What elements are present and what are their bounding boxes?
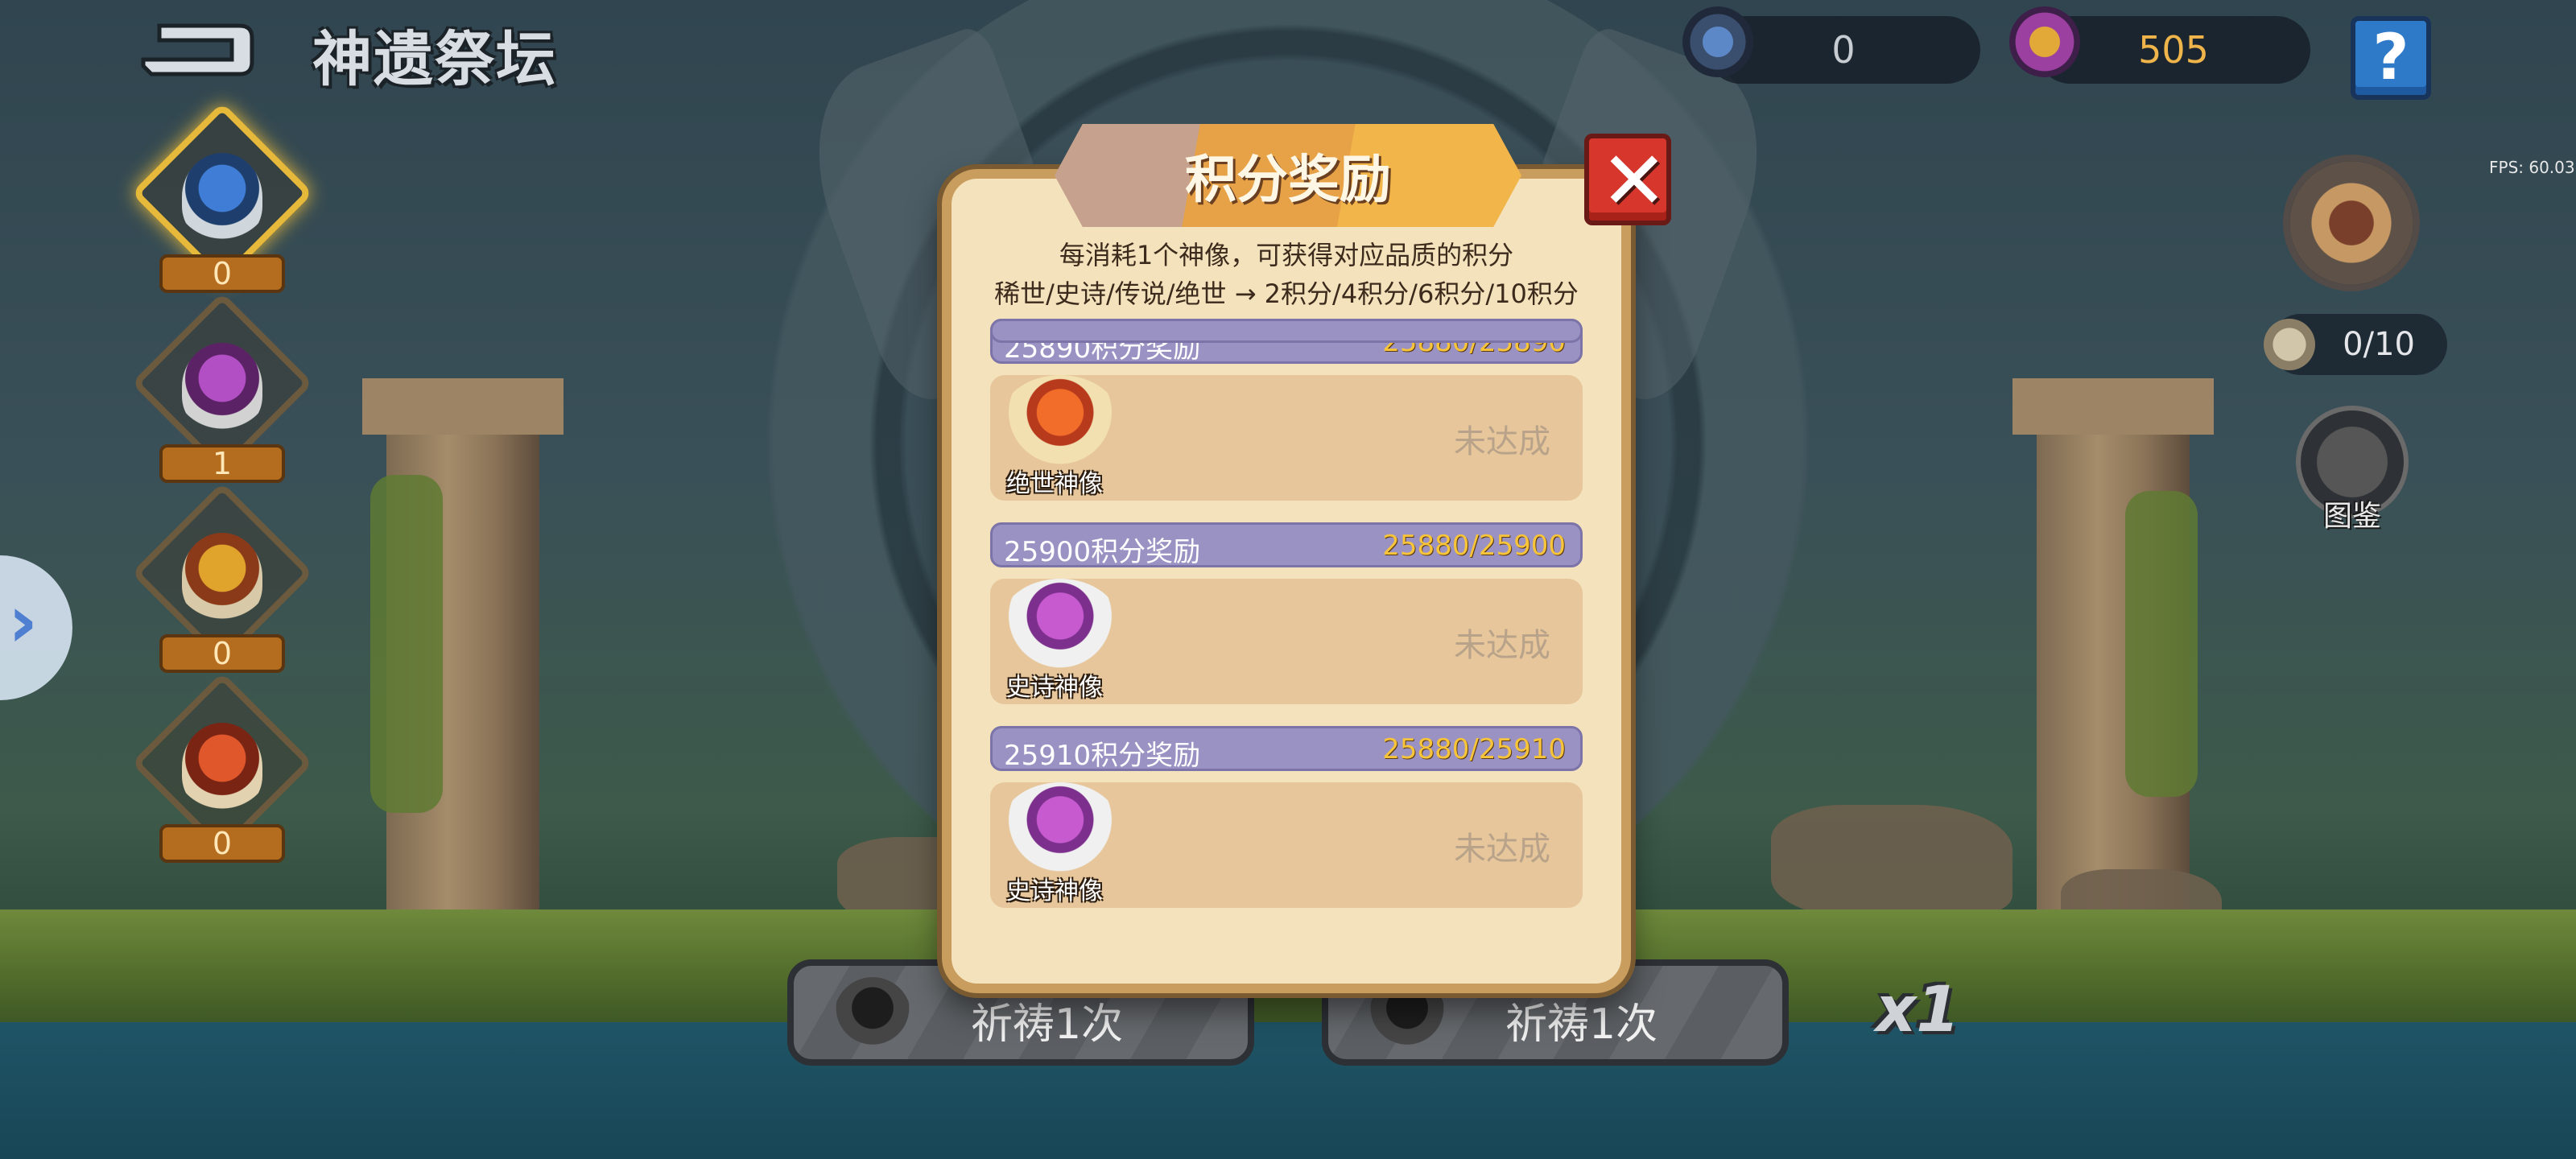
statue-token-icon xyxy=(1682,6,1753,77)
pray-once-label: 祈祷1次 xyxy=(971,1000,1124,1049)
reward-item: 25910积分奖励 25880/25910 史诗神像 未达成 xyxy=(990,726,1583,930)
reward-status: 未达成 xyxy=(1454,627,1550,664)
reward-title: 25900积分奖励 xyxy=(1004,536,1201,568)
reward-item: 25900积分奖励 25880/25900 史诗神像 未达成 xyxy=(990,522,1583,726)
back-arrow-icon xyxy=(141,23,254,76)
close-button[interactable]: ✕ xyxy=(1584,134,1671,228)
mythic-statue-icon xyxy=(182,723,262,811)
statue-silhouette-icon xyxy=(834,977,911,1054)
modal-description-line1: 每消耗1个神像，可获得对应品质的积分 xyxy=(1059,240,1514,270)
statue-slot-legendary[interactable]: 0 xyxy=(130,481,314,694)
chevron-right-icon: › xyxy=(8,580,39,664)
epic-statue-icon xyxy=(182,343,262,431)
epic-statue-icon xyxy=(1000,782,1121,876)
reward-item-name: 绝世神像 xyxy=(1006,470,1103,498)
back-button[interactable] xyxy=(135,18,256,80)
statue-count: 0 xyxy=(159,634,285,673)
rare-statue-icon xyxy=(182,153,262,241)
reward-item-name: 史诗神像 xyxy=(1006,674,1103,702)
statue-token-value: 0 xyxy=(1831,28,1856,72)
statue-count: 0 xyxy=(159,254,285,293)
pray-once-label: 祈祷1次 xyxy=(1505,1000,1658,1049)
reward-status: 未达成 xyxy=(1454,423,1550,460)
statue-slot-epic[interactable]: 1 xyxy=(130,291,314,504)
legendary-statue-icon xyxy=(182,533,262,621)
statue-count: 1 xyxy=(159,444,285,483)
reward-header: 25900积分奖励 25880/25900 xyxy=(990,522,1583,568)
help-button[interactable]: ? xyxy=(2351,16,2431,100)
codex-label: 图鉴 xyxy=(2323,500,2382,533)
statue-slot-rare[interactable]: 0 xyxy=(130,101,314,314)
gem-icon xyxy=(2009,6,2080,77)
close-icon: ✕ xyxy=(1600,134,1668,228)
pray-progress-value: 0/10 xyxy=(2343,326,2415,363)
reward-progress: 25880/25900 xyxy=(1382,530,1566,562)
modal-description-line2: 稀世/史诗/传说/绝世 → 2积分/4积分/6积分/10积分 xyxy=(994,278,1579,309)
water xyxy=(0,1022,2576,1159)
reward-status: 未达成 xyxy=(1454,831,1550,868)
mythic-statue-icon xyxy=(1000,375,1121,468)
page-title: 神遗祭坛 xyxy=(312,25,557,94)
reward-header: 25910积分奖励 25880/25910 xyxy=(990,726,1583,772)
reward-progress: 25880/25910 xyxy=(1382,733,1566,765)
reward-list[interactable]: 25890积分奖励 25880/25890 绝世神像 未达成 25900积分奖励… xyxy=(990,319,1583,943)
gem-value: 505 xyxy=(2138,28,2209,72)
reward-title: 25910积分奖励 xyxy=(1004,740,1201,772)
modal-title: 积分奖励 xyxy=(1185,151,1391,210)
multiplier-toggle[interactable]: x1 xyxy=(1876,974,1960,1046)
reward-item-name: 史诗神像 xyxy=(1006,877,1103,905)
reward-card[interactable]: 史诗神像 未达成 xyxy=(990,579,1583,704)
reward-card[interactable]: 绝世神像 未达成 xyxy=(990,375,1583,501)
reward-card[interactable]: 史诗神像 未达成 xyxy=(990,782,1583,908)
reward-item: 25890积分奖励 25880/25890 绝世神像 未达成 xyxy=(990,319,1583,522)
fps-counter: FPS: 60.03 xyxy=(2489,158,2575,177)
rock xyxy=(1771,805,2013,918)
featured-statue-icon[interactable] xyxy=(2283,155,2420,291)
statue-slot-mythic[interactable]: 0 xyxy=(130,671,314,884)
statue-count: 0 xyxy=(159,824,285,863)
epic-statue-icon xyxy=(1000,579,1121,672)
reward-header-partial xyxy=(990,319,1583,343)
left-pillar xyxy=(362,378,564,958)
coin-icon xyxy=(2264,319,2315,370)
